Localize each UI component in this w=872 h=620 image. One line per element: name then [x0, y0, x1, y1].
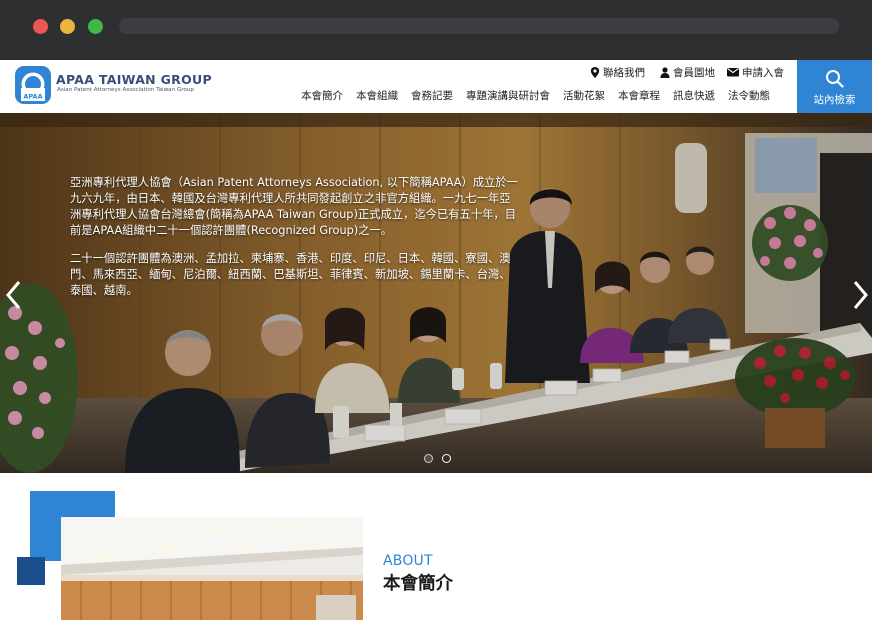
join-label: 申請入會	[742, 66, 784, 79]
chevron-left-icon[interactable]	[4, 278, 24, 312]
hero-slider: 亞洲專利代理人協會（Asian Patent Attorneys Associa…	[0, 113, 872, 473]
nav-item-seminars[interactable]: 專題演講與研討會	[466, 88, 550, 103]
nav-item-news[interactable]: 訊息快遞	[673, 88, 715, 103]
window-minimize-dot[interactable]	[60, 19, 75, 34]
about-photo	[61, 517, 363, 620]
decorative-square-navy	[17, 557, 45, 585]
hero-paragraph-groups: 二十一個認許團體為澳洲、孟加拉、柬埔寨、香港、印度、印尼、日本、韓國、寮國、澳門…	[70, 252, 511, 297]
nav-item-events[interactable]: 活動花絮	[563, 88, 605, 103]
nav-item-organization[interactable]: 本會組織	[356, 88, 398, 103]
logo-text: APAA	[23, 93, 42, 101]
brand-title[interactable]: APAA TAIWAN GROUP	[56, 72, 212, 87]
hero-paragraph-intro: 亞洲專利代理人協會（Asian Patent Attorneys Associa…	[70, 176, 518, 237]
chevron-right-icon[interactable]	[850, 278, 870, 312]
map-pin-icon	[590, 66, 600, 78]
window-close-dot[interactable]	[33, 19, 48, 34]
join-link[interactable]: 申請入會	[727, 64, 784, 80]
slider-pagination	[424, 454, 451, 463]
apaa-logo-icon[interactable]: APAA	[15, 66, 51, 104]
search-label: 站內檢索	[813, 94, 856, 106]
nav-item-about[interactable]: 本會簡介	[301, 88, 343, 103]
browser-chrome	[0, 0, 872, 60]
contact-label: 聯絡我們	[603, 66, 645, 79]
about-kicker: ABOUT	[383, 553, 433, 569]
address-bar[interactable]	[119, 18, 839, 34]
contact-link[interactable]: 聯絡我們	[590, 64, 645, 80]
site-search-button[interactable]: 站內檢索	[797, 60, 872, 113]
main-nav: 本會簡介 本會組織 會務記要 專題演講與研討會 活動花絮 本會章程 訊息快遞 法…	[301, 88, 770, 103]
slide-dot-2[interactable]	[442, 454, 451, 463]
nav-item-records[interactable]: 會務記要	[411, 88, 453, 103]
nav-item-regulations[interactable]: 法令動態	[728, 88, 770, 103]
hero-text-block: 亞洲專利代理人協會（Asian Patent Attorneys Associa…	[70, 175, 520, 299]
slide-dot-1[interactable]	[424, 454, 433, 463]
conference-room-image	[61, 517, 363, 620]
nav-item-charter[interactable]: 本會章程	[618, 88, 660, 103]
brand-subtitle: Asian Patent Attorneys Association Taiwa…	[57, 87, 194, 93]
envelope-icon	[727, 68, 739, 77]
user-icon	[660, 66, 670, 78]
member-label: 會員園地	[673, 66, 715, 79]
member-link[interactable]: 會員園地	[660, 64, 715, 80]
about-title: 本會簡介	[383, 574, 453, 594]
search-icon	[826, 70, 844, 88]
window-maximize-dot[interactable]	[88, 19, 103, 34]
